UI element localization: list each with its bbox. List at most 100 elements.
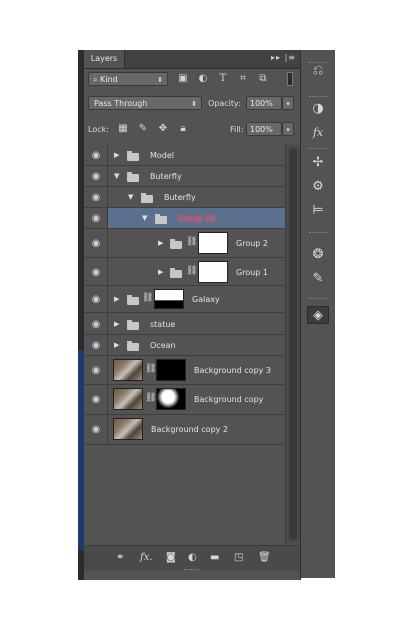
chevron-down-icon: ▾ [286, 126, 290, 134]
link-chain-icon[interactable]: ⛓ [145, 393, 156, 403]
layer-row-buterfly-nested[interactable]: ◉ ▼ Buterfly [84, 187, 285, 208]
lock-transparent-pixels-icon[interactable]: ▦ [116, 123, 130, 135]
visibility-eye-icon[interactable]: ◉ [88, 424, 104, 435]
opacity-label: Opacity: [208, 99, 241, 108]
layer-name: Background copy 2 [151, 425, 229, 434]
layer-mask-thumbnail[interactable] [198, 232, 228, 254]
visibility-eye-icon[interactable]: ◉ [88, 319, 104, 330]
link-layers-icon[interactable]: ⚭ [116, 552, 124, 563]
layer-name: statue [150, 320, 176, 329]
layer-row-group-2[interactable]: ◉ ▶ ⛓ Group 2 [84, 229, 285, 258]
expand-triangle-icon[interactable]: ▶ [114, 341, 119, 349]
visibility-eye-icon[interactable]: ◉ [88, 340, 104, 351]
collapse-panel-icon[interactable]: ▸▸ |≡ [271, 53, 296, 62]
chevron-down-icon: ▾ [286, 100, 290, 108]
layer-row-group-14[interactable]: ◉ ▼ Group 14 [84, 208, 285, 229]
folder-icon [127, 295, 139, 305]
new-group-icon[interactable]: ▬ [210, 552, 219, 563]
lock-all-icon[interactable]: 🔒︎ [176, 123, 190, 135]
collapse-triangle-icon[interactable]: ▼ [142, 214, 147, 222]
align-icon[interactable]: ⊨ [307, 202, 329, 220]
adjustments-icon[interactable]: ◑ [307, 100, 329, 118]
properties-icon[interactable]: ⚙︎ [307, 178, 329, 196]
collapse-triangle-icon[interactable]: ▼ [114, 172, 119, 180]
fill-input[interactable]: 100% [246, 122, 282, 136]
layer-thumbnail[interactable] [113, 359, 143, 381]
paths-icon[interactable]: ✎ [307, 270, 329, 288]
open-folder-icon [141, 193, 153, 203]
scrollbar-track[interactable] [289, 148, 297, 540]
layers-panel: Layers ▸▸ |≡ ⌕ Kind ⬍ ▣ ◐ T ⌗ ⧉ Pass Thr… [84, 50, 301, 580]
layer-row-group-1[interactable]: ◉ ▶ ⛓ Group 1 [84, 258, 285, 286]
add-mask-icon[interactable]: ◙ [166, 552, 176, 563]
filter-kind-dropdown[interactable]: ⌕ Kind ⬍ [88, 72, 168, 86]
folder-icon [170, 239, 182, 249]
layer-thumbnail[interactable] [113, 418, 143, 440]
shape-filter-icon[interactable]: ⌗ [236, 73, 250, 85]
visibility-eye-icon[interactable]: ◉ [88, 365, 104, 376]
channels-icon[interactable]: ❂ [307, 246, 329, 264]
collapse-triangle-icon[interactable]: ▼ [128, 193, 133, 201]
expand-triangle-icon[interactable]: ▶ [158, 239, 163, 247]
fx-icon[interactable]: fx. [140, 552, 153, 563]
filter-kind-label: Kind [100, 75, 118, 84]
expand-triangle-icon[interactable]: ▶ [114, 295, 119, 303]
blend-mode-value: Pass Through [94, 99, 148, 108]
adjustment-layer-icon[interactable]: ◐ [188, 552, 197, 563]
expand-triangle-icon[interactable]: ▶ [114, 320, 119, 328]
layer-row-buterfly[interactable]: ◉ ▼ Buterfly [84, 166, 285, 187]
layer-thumbnail[interactable] [113, 388, 143, 410]
opacity-input[interactable]: 100% [246, 96, 282, 110]
link-chain-icon[interactable]: ⛓ [145, 364, 156, 374]
smart-object-filter-icon[interactable]: ⧉ [256, 73, 270, 85]
trash-icon[interactable]: 🗑︎ [258, 552, 271, 563]
filter-toggle-switch[interactable] [287, 72, 293, 86]
layer-mask-thumbnail[interactable] [156, 388, 186, 410]
expand-triangle-icon[interactable]: ▶ [158, 268, 163, 276]
layer-row-model[interactable]: ◉ ▶ Model [84, 145, 285, 166]
new-layer-icon[interactable]: ◳ [234, 552, 243, 563]
brush-presets-icon[interactable]: ✢ [307, 154, 329, 172]
image-filter-icon[interactable]: ▣ [176, 73, 190, 85]
layer-row-ocean[interactable]: ◉ ▶ Ocean [84, 335, 285, 356]
layer-row-statue[interactable]: ◉ ▶ statue [84, 313, 285, 335]
layers-scrollbar[interactable] [285, 145, 301, 543]
folder-icon [170, 268, 182, 278]
layer-row-background-copy-3[interactable]: ◉ ⛓ Background copy 3 [84, 356, 285, 385]
link-chain-icon[interactable]: ⛓ [142, 293, 153, 303]
lock-position-icon[interactable]: ✥ [156, 123, 170, 135]
adjustment-filter-icon[interactable]: ◐ [196, 73, 210, 85]
blend-mode-dropdown[interactable]: Pass Through ⬍ [88, 96, 202, 110]
layer-mask-thumbnail[interactable] [198, 261, 228, 283]
resize-grip[interactable] [184, 569, 200, 573]
visibility-eye-icon[interactable]: ◉ [88, 294, 104, 305]
dropdown-arrows-icon: ⬍ [157, 76, 163, 84]
type-filter-icon[interactable]: T [216, 73, 230, 85]
visibility-eye-icon[interactable]: ◉ [88, 394, 104, 405]
link-chain-icon[interactable]: ⛓ [186, 266, 197, 276]
visibility-eye-icon[interactable]: ◉ [88, 150, 104, 161]
layer-name-rename-field[interactable]: Group 14 [178, 214, 215, 223]
layer-row-background-copy-2[interactable]: ◉ Background copy 2 [84, 415, 285, 445]
tab-layers[interactable]: Layers [84, 50, 125, 68]
layer-mask-thumbnail[interactable] [156, 359, 186, 381]
visibility-eye-icon[interactable]: ◉ [88, 213, 104, 224]
history-icon[interactable]: ⎌ [307, 62, 329, 80]
layers-panel-icon[interactable]: ◈ [307, 306, 329, 324]
visibility-eye-icon[interactable]: ◉ [88, 192, 104, 203]
expand-triangle-icon[interactable]: ▶ [114, 151, 119, 159]
layer-mask-thumbnail[interactable] [154, 289, 184, 309]
dropdown-arrows-icon: ⬍ [191, 100, 197, 108]
layer-row-background-copy[interactable]: ◉ ⛓ Background copy [84, 385, 285, 415]
opacity-slider-button[interactable]: ▾ [282, 96, 294, 110]
layer-row-galaxy[interactable]: ◉ ▶ ⛓ Galaxy [84, 286, 285, 313]
visibility-eye-icon[interactable]: ◉ [88, 267, 104, 278]
lock-image-pixels-icon[interactable]: ✎ [136, 123, 150, 135]
visibility-eye-icon[interactable]: ◉ [88, 238, 104, 249]
styles-icon[interactable]: fx [307, 124, 329, 142]
open-folder-icon [155, 214, 167, 224]
fill-slider-button[interactable]: ▾ [282, 122, 294, 136]
link-chain-icon[interactable]: ⛓ [186, 237, 197, 247]
panel-menu-icon[interactable]: |≡ [285, 53, 296, 62]
visibility-eye-icon[interactable]: ◉ [88, 171, 104, 182]
